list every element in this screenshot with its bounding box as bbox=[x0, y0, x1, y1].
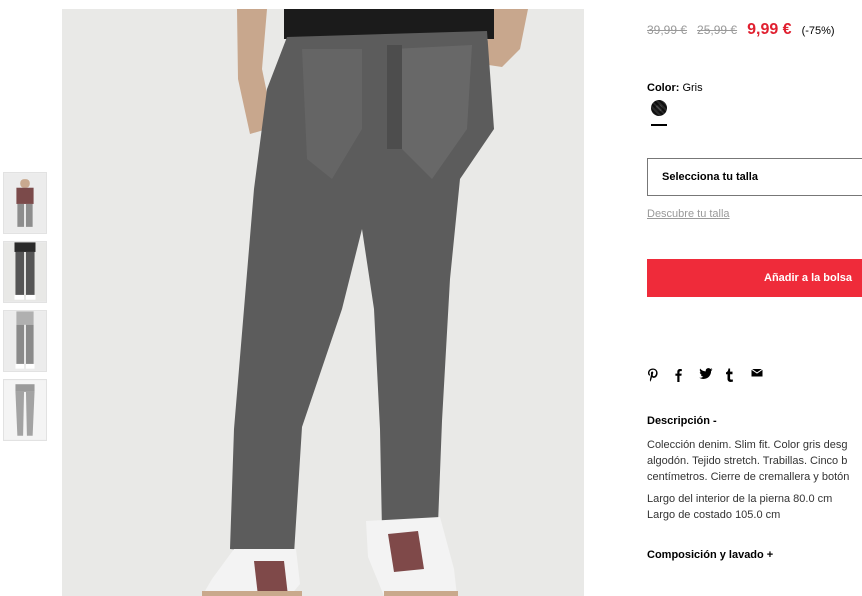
description-line: centímetros. Cierre de cremallera y botó… bbox=[647, 471, 850, 483]
product-details-panel: 39,99 € 25,99 € 9,99 € (-75%) Color: Gri… bbox=[647, 0, 862, 596]
product-image[interactable] bbox=[62, 9, 584, 596]
measurement-inseam: Largo del interior de la pierna 80.0 cm bbox=[647, 493, 833, 505]
add-to-bag-button[interactable]: Añadir a la bolsa bbox=[647, 259, 862, 297]
description-text: Colección denim. Slim fit. Color gris de… bbox=[647, 437, 862, 485]
twitter-icon[interactable] bbox=[699, 368, 713, 382]
thumbnail-1[interactable] bbox=[3, 172, 47, 234]
color-label: Color: Gris bbox=[647, 82, 703, 94]
description-toggle[interactable]: Descripción - bbox=[647, 415, 717, 427]
measurements: Largo del interior de la pierna 80.0 cm … bbox=[647, 491, 832, 523]
thumbnail-list bbox=[3, 172, 49, 448]
description-line: algodón. Tejido stretch. Trabillas. Cinc… bbox=[647, 455, 848, 467]
composition-toggle[interactable]: Composición y lavado + bbox=[647, 549, 773, 561]
pinterest-icon[interactable] bbox=[647, 368, 661, 382]
measurement-outseam: Largo de costado 105.0 cm bbox=[647, 509, 781, 521]
color-label-title: Color: bbox=[647, 82, 680, 94]
previous-price: 25,99 € bbox=[697, 23, 738, 37]
facebook-icon[interactable] bbox=[673, 368, 687, 382]
thumbnail-4[interactable] bbox=[3, 379, 47, 441]
color-value: Gris bbox=[682, 82, 703, 94]
thumbnail-2[interactable] bbox=[3, 241, 47, 303]
original-price: 39,99 € bbox=[647, 23, 688, 37]
share-icons bbox=[647, 368, 765, 382]
price-row: 39,99 € 25,99 € 9,99 € (-75%) bbox=[647, 21, 835, 39]
sale-price: 9,99 € bbox=[747, 21, 792, 38]
thumbnail-3[interactable] bbox=[3, 310, 47, 372]
selected-swatch-indicator bbox=[651, 124, 667, 126]
color-swatch-gris[interactable] bbox=[651, 100, 667, 116]
tumblr-icon[interactable] bbox=[725, 368, 739, 382]
size-select[interactable]: Selecciona tu talla bbox=[647, 158, 862, 196]
discount-badge: (-75%) bbox=[801, 25, 835, 37]
description-line: Colección denim. Slim fit. Color gris de… bbox=[647, 439, 848, 451]
email-icon[interactable] bbox=[751, 368, 765, 382]
size-guide-link[interactable]: Descubre tu talla bbox=[647, 208, 730, 220]
